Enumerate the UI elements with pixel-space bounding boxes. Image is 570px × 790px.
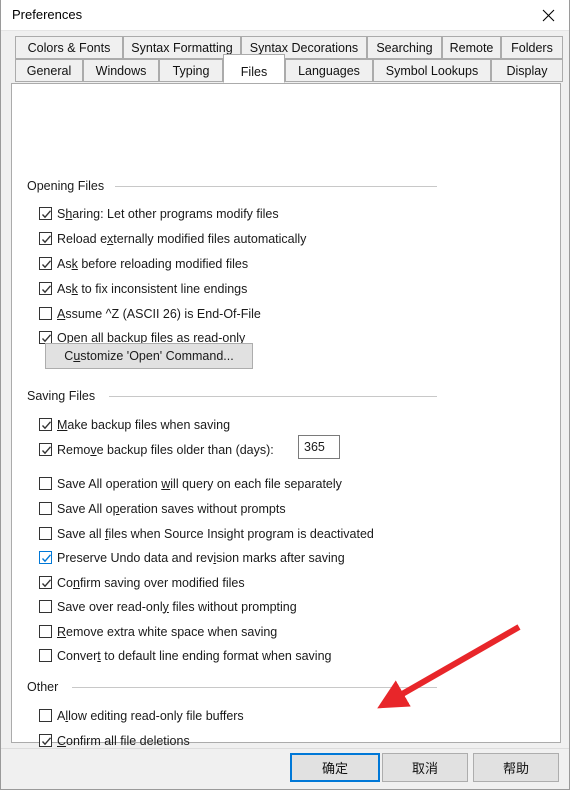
option-label: Remove backup files older than (days): bbox=[57, 442, 274, 457]
checkbox-checked-icon[interactable] bbox=[39, 576, 52, 589]
tab-label: General bbox=[26, 63, 72, 78]
option-label: Save All operation saves without prompts bbox=[57, 501, 286, 516]
tab-label: Windows bbox=[95, 63, 147, 78]
group-label-other: Other bbox=[27, 680, 65, 694]
tab-label: Syntax Decorations bbox=[249, 40, 359, 55]
group-label-opening-files: Opening Files bbox=[27, 179, 111, 193]
checkbox-checked-icon[interactable] bbox=[39, 443, 52, 456]
option-label: Convert to default line ending format wh… bbox=[57, 648, 332, 663]
option-label: Save All operation will query on each fi… bbox=[57, 476, 342, 491]
title-bar: Preferences bbox=[1, 0, 569, 31]
ok-button[interactable]: 确定 bbox=[290, 753, 380, 782]
option-label: Reload externally modified files automat… bbox=[57, 231, 307, 246]
checkbox-checked-icon[interactable] bbox=[39, 232, 52, 245]
option-label: Confirm all file deletions bbox=[57, 733, 190, 748]
close-icon[interactable] bbox=[525, 0, 569, 30]
tab-files[interactable]: Files bbox=[223, 54, 285, 83]
tab-languages[interactable]: Languages bbox=[285, 59, 373, 82]
tab-colors-fonts[interactable]: Colors & Fonts bbox=[15, 36, 123, 59]
option-label: Remove extra white space when saving bbox=[57, 624, 278, 639]
window-title: Preferences bbox=[12, 7, 83, 22]
tab-label: Searching bbox=[376, 40, 433, 55]
option-label: Make backup files when saving bbox=[57, 417, 231, 432]
group-rule-opening-files bbox=[115, 186, 437, 187]
tab-label: Remote bbox=[449, 40, 494, 55]
tab-label: Symbol Lookups bbox=[385, 63, 479, 78]
option-label: Ask to fix inconsistent line endings bbox=[57, 281, 248, 296]
files-tab-panel: Opening Files Saving Files Other Sharing… bbox=[11, 83, 561, 781]
checkbox-row[interactable]: Allow editing read-only file buffers bbox=[39, 706, 244, 725]
button-label: 取消 bbox=[411, 761, 438, 776]
checkbox-unchecked-icon[interactable] bbox=[39, 625, 52, 638]
tab-typing[interactable]: Typing bbox=[159, 59, 223, 82]
checkbox-row[interactable]: Convert to default line ending format wh… bbox=[39, 646, 331, 665]
button-label: 帮助 bbox=[502, 761, 529, 776]
checkbox-row[interactable]: Save over read-only files without prompt… bbox=[39, 597, 297, 616]
checkbox-unchecked-icon[interactable] bbox=[39, 709, 52, 722]
group-rule-other bbox=[72, 687, 437, 688]
checkbox-row[interactable]: Save all files when Source Insight progr… bbox=[39, 524, 374, 543]
checkbox-unchecked-icon[interactable] bbox=[39, 649, 52, 662]
cancel-button[interactable]: 取消 bbox=[382, 753, 468, 782]
checkbox-checked-icon[interactable] bbox=[39, 418, 52, 431]
group-label-saving-files: Saving Files bbox=[27, 389, 102, 403]
option-label: Sharing: Let other programs modify files bbox=[57, 206, 279, 221]
checkbox-row[interactable]: Confirm saving over modified files bbox=[39, 573, 245, 592]
tab-label: Syntax Formatting bbox=[131, 40, 233, 55]
tab-label: Display bbox=[506, 63, 548, 78]
tab-label: Typing bbox=[172, 63, 210, 78]
checkbox-checked-icon[interactable] bbox=[39, 734, 52, 747]
checkbox-row[interactable]: Save All operation saves without prompts bbox=[39, 499, 286, 518]
checkbox-row[interactable]: Reload externally modified files automat… bbox=[39, 229, 306, 248]
checkbox-row[interactable]: Assume ^Z (ASCII 26) is End-Of-File bbox=[39, 304, 261, 323]
option-label: Ask before reloading modified files bbox=[57, 256, 249, 271]
tab-label: Folders bbox=[511, 40, 553, 55]
checkbox-checked-icon[interactable] bbox=[39, 282, 52, 295]
tab-label: Colors & Fonts bbox=[27, 40, 111, 55]
dialog-footer: 确定 取消 帮助 bbox=[1, 748, 569, 789]
tab-display[interactable]: Display bbox=[491, 59, 563, 82]
option-label: Preserve Undo data and revision marks af… bbox=[57, 550, 345, 565]
tab-folders[interactable]: Folders bbox=[501, 36, 563, 59]
checkbox-unchecked-icon[interactable] bbox=[39, 502, 52, 515]
backup-days-input[interactable]: 365 bbox=[298, 435, 340, 459]
preferences-dialog: Preferences Colors & Fonts Syntax Formatt… bbox=[0, 0, 570, 790]
tab-general[interactable]: General bbox=[15, 59, 83, 82]
checkbox-row[interactable]: Preserve Undo data and revision marks af… bbox=[39, 548, 345, 567]
option-label: Assume ^Z (ASCII 26) is End-Of-File bbox=[57, 306, 261, 321]
checkbox-row[interactable]: Sharing: Let other programs modify files bbox=[39, 204, 279, 223]
tab-strip: Colors & Fonts Syntax Formatting Syntax De… bbox=[1, 31, 569, 84]
checkbox-row[interactable]: Remove backup files older than (days): bbox=[39, 440, 274, 459]
checkbox-row[interactable]: Save All operation will query on each fi… bbox=[39, 474, 342, 493]
checkbox-checked-icon[interactable] bbox=[39, 257, 52, 270]
tab-windows[interactable]: Windows bbox=[83, 59, 159, 82]
checkbox-unchecked-icon[interactable] bbox=[39, 527, 52, 540]
help-button[interactable]: 帮助 bbox=[473, 753, 559, 782]
tab-symbol-lookups[interactable]: Symbol Lookups bbox=[373, 59, 491, 82]
option-label: Customize 'Open' Command... bbox=[64, 349, 234, 363]
checkbox-row[interactable]: Ask before reloading modified files bbox=[39, 254, 248, 273]
checkbox-unchecked-icon[interactable] bbox=[39, 600, 52, 613]
option-label: Confirm saving over modified files bbox=[57, 575, 245, 590]
option-label: Allow editing read-only file buffers bbox=[57, 708, 244, 723]
checkbox-row[interactable]: Ask to fix inconsistent line endings bbox=[39, 279, 247, 298]
checkbox-row[interactable]: Make backup files when saving bbox=[39, 415, 230, 434]
tab-label: Languages bbox=[298, 63, 360, 78]
tab-label: Files bbox=[240, 65, 268, 79]
checkbox-unchecked-icon[interactable] bbox=[39, 477, 52, 490]
group-rule-saving-files bbox=[109, 396, 437, 397]
checkbox-checked-icon[interactable] bbox=[39, 207, 52, 220]
tab-remote[interactable]: Remote bbox=[442, 36, 501, 59]
checkbox-checked-icon[interactable] bbox=[39, 551, 52, 564]
button-label: 确定 bbox=[321, 761, 348, 776]
customize-open-command-button[interactable]: Customize 'Open' Command... bbox=[45, 343, 253, 369]
option-label: Save all files when Source Insight progr… bbox=[57, 526, 374, 541]
tab-searching[interactable]: Searching bbox=[367, 36, 442, 59]
checkbox-row[interactable]: Remove extra white space when saving bbox=[39, 622, 277, 641]
checkbox-unchecked-icon[interactable] bbox=[39, 307, 52, 320]
option-label: Save over read-only files without prompt… bbox=[57, 599, 297, 614]
